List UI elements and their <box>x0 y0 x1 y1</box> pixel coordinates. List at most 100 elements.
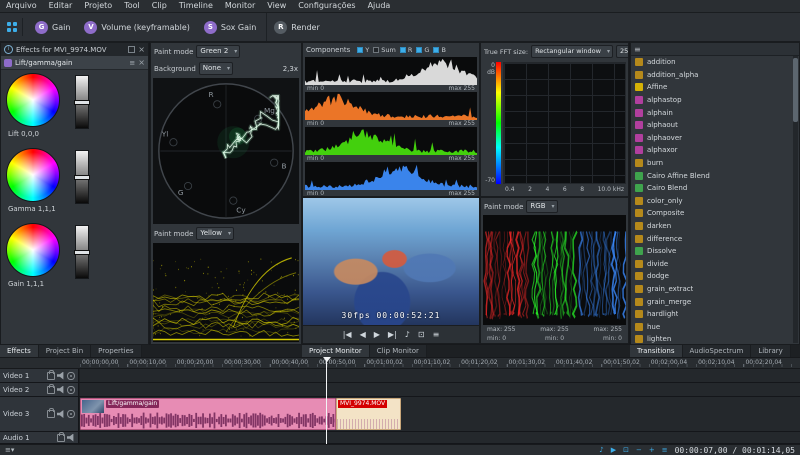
transition-item[interactable]: hardlight <box>631 308 792 321</box>
statusbar-icon[interactable]: ≡ <box>662 446 668 454</box>
lock-icon[interactable] <box>47 386 55 394</box>
fft-size-select[interactable]: 256 <box>616 45 629 58</box>
scrollbar[interactable] <box>793 56 798 343</box>
component-checkbox[interactable]: G <box>416 46 429 54</box>
paint-mode-select[interactable]: Green 2 <box>196 45 240 58</box>
dock-tab[interactable]: Transitions <box>630 345 683 357</box>
menu-item[interactable]: Arquivo <box>0 0 43 12</box>
parade-paint-mode-select[interactable]: RGB <box>526 200 557 213</box>
speaker-icon[interactable] <box>67 434 75 442</box>
toolbar-button[interactable]: V Volume (keyframable) <box>77 13 196 41</box>
dock-tab[interactable]: Project Monitor <box>302 345 370 357</box>
menu-item[interactable]: Projeto <box>78 0 118 12</box>
transition-item[interactable]: addition_alpha <box>631 69 792 82</box>
transition-item[interactable]: divide <box>631 258 792 271</box>
lock-icon[interactable] <box>47 410 55 418</box>
component-checkbox[interactable]: Sum <box>373 46 396 54</box>
dock-tab[interactable]: Project Bin <box>39 345 91 357</box>
track-header[interactable]: Video 3 <box>0 397 79 431</box>
statusbar-icon[interactable]: ▾ <box>11 446 15 454</box>
transition-item[interactable]: Affine <box>631 81 792 94</box>
menu-item[interactable]: Clip <box>146 0 173 12</box>
monitor-control-icon[interactable]: ▶| <box>388 330 397 339</box>
effect-delete-icon[interactable] <box>138 59 145 67</box>
checkbox-box[interactable] <box>373 47 379 53</box>
lock-icon[interactable] <box>47 372 55 380</box>
speaker-icon[interactable] <box>57 372 65 380</box>
checkbox-box[interactable] <box>357 47 363 53</box>
transition-item[interactable]: color_only <box>631 195 792 208</box>
transition-item[interactable]: Cairo Blend <box>631 182 792 195</box>
toolbar-button[interactable]: S Sox Gain <box>197 13 263 41</box>
timeline-ruler[interactable]: 00:00:00,0000:00:10,0000:00:20,0000:00:3… <box>0 357 800 369</box>
track-lane[interactable]: Lift/gamma/gain MVI_9974.MOV <box>80 397 800 431</box>
panel-menu-icon[interactable]: ≡ <box>634 45 641 54</box>
checkbox-box[interactable] <box>416 47 422 53</box>
slider-handle[interactable] <box>74 175 90 180</box>
statusbar-icon[interactable]: ⊡ <box>623 446 629 454</box>
monitor-control-icon[interactable]: ♪ <box>405 330 410 339</box>
checkbox-box[interactable] <box>433 47 439 53</box>
track-header[interactable]: Video 2 <box>0 383 79 396</box>
wheel-value-slider[interactable] <box>75 75 89 129</box>
transition-item[interactable]: burn <box>631 157 792 170</box>
transition-item[interactable]: Composite <box>631 207 792 220</box>
dock-tab[interactable]: Effects <box>0 345 39 357</box>
dock-tab[interactable]: Clip Monitor <box>370 345 427 357</box>
transition-item[interactable]: alphain <box>631 106 792 119</box>
close-icon[interactable] <box>138 46 145 53</box>
transition-item[interactable]: Cairo Affine Blend <box>631 169 792 182</box>
transition-item[interactable]: addition <box>631 56 792 69</box>
dock-tab[interactable]: Library <box>751 345 790 357</box>
speaker-icon[interactable] <box>57 410 65 418</box>
transition-item[interactable]: difference <box>631 232 792 245</box>
wheel-value-slider[interactable] <box>75 225 89 279</box>
video-preview[interactable]: 30fps 00:00:52:21 <box>303 198 479 325</box>
slider-handle[interactable] <box>74 100 90 105</box>
track-lane[interactable] <box>80 369 800 382</box>
monitor-control-icon[interactable]: ⊡ <box>418 330 425 339</box>
transition-item[interactable]: darken <box>631 220 792 233</box>
transition-item[interactable]: alphaover <box>631 132 792 145</box>
track-header[interactable]: Audio 1 <box>0 432 79 443</box>
dock-tab[interactable]: Properties <box>91 345 141 357</box>
color-wheel[interactable] <box>6 223 60 277</box>
track-lane[interactable] <box>80 383 800 396</box>
component-checkbox[interactable]: Y <box>357 46 369 54</box>
transition-item[interactable]: Dissolve <box>631 245 792 258</box>
timeline-clip[interactable]: Lift/gamma/gain <box>80 398 336 430</box>
statusbar-icon[interactable]: ♪ <box>599 446 603 454</box>
wheel-value-slider[interactable] <box>75 150 89 204</box>
transition-item[interactable]: alphaxor <box>631 144 792 157</box>
monitor-control-icon[interactable]: ◀ <box>360 330 366 339</box>
menu-item[interactable]: Ajuda <box>362 0 397 12</box>
eye-icon[interactable] <box>67 386 75 394</box>
transition-item[interactable]: grain_merge <box>631 295 792 308</box>
scrollbar-thumb[interactable] <box>793 58 798 122</box>
transition-item[interactable]: alphastop <box>631 94 792 107</box>
monitor-control-icon[interactable]: |◀ <box>343 330 352 339</box>
track-header[interactable]: Video 1 <box>0 369 79 382</box>
menu-item[interactable]: Editar <box>43 0 79 12</box>
slider-handle[interactable] <box>74 250 90 255</box>
grid-icon[interactable] <box>4 18 23 36</box>
lock-icon[interactable] <box>57 434 65 442</box>
transition-item[interactable]: lighten <box>631 333 792 345</box>
transition-item[interactable]: alphaout <box>631 119 792 132</box>
effect-menu-icon[interactable]: ≡ <box>129 59 135 67</box>
background-select[interactable]: None <box>199 62 233 75</box>
toolbar-button[interactable]: G Gain <box>28 13 77 41</box>
color-wheel[interactable] <box>6 73 60 127</box>
statusbar-icon[interactable]: − <box>636 446 642 454</box>
effect-header-row[interactable]: Lift/gamma/gain ≡ <box>1 56 148 70</box>
eye-icon[interactable] <box>67 372 75 380</box>
monitor-control-icon[interactable]: ▶ <box>374 330 380 339</box>
dock-tab[interactable]: AudioSpectrum <box>683 345 752 357</box>
component-checkbox[interactable]: B <box>433 46 445 54</box>
component-checkbox[interactable]: R <box>400 46 413 54</box>
menu-item[interactable]: View <box>261 0 292 12</box>
menu-item[interactable]: Timeline <box>173 0 219 12</box>
color-wheel[interactable] <box>6 148 60 202</box>
track-lane[interactable] <box>80 432 800 443</box>
dock-float-icon[interactable] <box>128 46 135 53</box>
